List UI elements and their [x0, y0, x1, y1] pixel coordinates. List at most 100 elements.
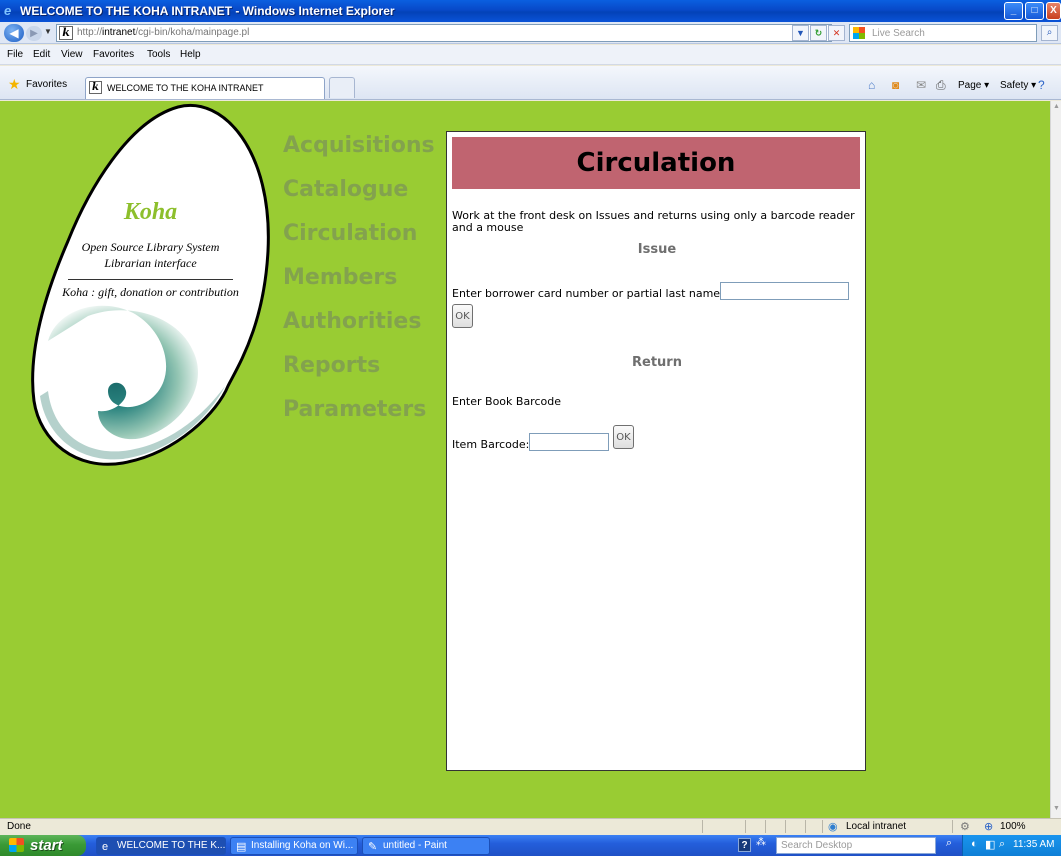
- status-divider: [785, 820, 786, 833]
- taskbar-item-word[interactable]: ▤ Installing Koha on Wi...: [230, 837, 358, 855]
- windows-logo-icon: [9, 838, 24, 852]
- forward-button[interactable]: ▶: [26, 26, 42, 41]
- viewport-left-edge: [0, 101, 7, 818]
- scroll-down-icon[interactable]: ▼: [1052, 805, 1061, 815]
- taskbar-item-ie[interactable]: e WELCOME TO THE K...: [96, 837, 226, 855]
- koha-logo: Koha Open Source Library System Libraria…: [28, 101, 273, 473]
- live-search-placeholder: Live Search: [872, 28, 925, 39]
- security-zone: Local intranet: [846, 821, 907, 832]
- menu-edit[interactable]: Edit: [33, 49, 50, 60]
- panel-title: Circulation: [576, 148, 736, 178]
- nav-circulation[interactable]: Circulation: [283, 221, 417, 246]
- close-button[interactable]: X: [1046, 2, 1061, 20]
- window-title: WELCOME TO THE KOHA INTRANET - Windows I…: [20, 4, 395, 18]
- taskbar-item-label: WELCOME TO THE K...: [117, 840, 226, 851]
- stop-icon[interactable]: ✕: [828, 25, 845, 41]
- new-tab-button[interactable]: [329, 77, 355, 98]
- favorites-bar: ★ Favorites k WELCOME TO THE KOHA INTRAN…: [0, 66, 1061, 100]
- address-bar[interactable]: k http://intranet/cgi-bin/koha/mainpage.…: [56, 24, 832, 42]
- nav-parameters[interactable]: Parameters: [283, 397, 426, 422]
- nav-catalogue[interactable]: Catalogue: [283, 177, 408, 202]
- history-dropdown-icon[interactable]: ▼: [44, 27, 52, 36]
- ie-icon: e: [102, 841, 109, 853]
- help-icon[interactable]: ?: [738, 838, 751, 852]
- item-barcode-input[interactable]: [529, 433, 609, 451]
- nav-authorities[interactable]: Authorities: [283, 309, 421, 334]
- maximize-button[interactable]: □: [1025, 2, 1044, 20]
- status-divider: [765, 820, 766, 833]
- logo-tagline-1: Open Source Library System: [81, 240, 220, 254]
- start-label: start: [30, 837, 63, 854]
- status-divider: [822, 820, 823, 833]
- page-content: Koha Open Source Library System Libraria…: [7, 101, 1050, 818]
- zoom-icon[interactable]: ⊕: [984, 820, 993, 833]
- menu-file[interactable]: File: [7, 49, 23, 60]
- logo-tagline-2: Librarian interface: [104, 256, 197, 270]
- ie-icon: e: [4, 3, 12, 18]
- desktop-search-icon[interactable]: ⌕: [940, 837, 958, 854]
- taskbar-item-paint[interactable]: ✎ untitled - Paint: [362, 837, 490, 855]
- print-icon[interactable]: ⎙: [936, 78, 946, 93]
- live-search-input[interactable]: Live Search: [849, 24, 1037, 42]
- koha-favicon-icon: k: [89, 81, 102, 94]
- paint-icon: ✎: [368, 841, 378, 853]
- address-url[interactable]: http://intranet/cgi-bin/koha/mainpage.pl: [77, 27, 249, 38]
- logo-tagline-3: Koha : gift, donation or contribution: [62, 285, 239, 299]
- back-button[interactable]: ◀: [4, 24, 24, 42]
- protected-mode-icon[interactable]: ⚙: [960, 820, 970, 833]
- status-divider: [745, 820, 746, 833]
- koha-favicon-icon: k: [59, 26, 73, 40]
- favorites-star-icon[interactable]: ★: [8, 76, 21, 93]
- address-dropdown-icon[interactable]: ▼: [792, 25, 809, 41]
- panel-header: Circulation: [452, 137, 860, 189]
- search-icon[interactable]: ⌕: [999, 838, 1005, 851]
- menu-view[interactable]: View: [61, 49, 83, 60]
- logo-divider: [68, 279, 233, 280]
- issue-heading: Issue: [637, 242, 677, 257]
- status-text: Done: [7, 821, 31, 832]
- vertical-scrollbar[interactable]: ▲ ▼: [1050, 101, 1061, 818]
- scroll-up-icon[interactable]: ▲: [1052, 103, 1061, 113]
- status-divider: [952, 820, 953, 833]
- intro-text-2: and a mouse: [452, 221, 524, 234]
- live-search-logo-icon: [853, 27, 865, 39]
- taskbar-item-label: untitled - Paint: [383, 840, 447, 851]
- refresh-icon[interactable]: ↻: [810, 25, 827, 41]
- borrower-input[interactable]: [720, 282, 849, 300]
- window-title-bar: e WELCOME TO THE KOHA INTRANET - Windows…: [0, 0, 1061, 22]
- taskbar-item-label: Installing Koha on Wi...: [251, 840, 354, 851]
- status-divider: [805, 820, 806, 833]
- nav-reports[interactable]: Reports: [283, 353, 380, 378]
- return-ok-button[interactable]: OK: [613, 425, 634, 449]
- minimize-button[interactable]: _: [1004, 2, 1023, 20]
- menu-tools[interactable]: Tools: [147, 49, 170, 60]
- mail-icon[interactable]: ✉: [916, 78, 926, 92]
- nav-members[interactable]: Members: [283, 265, 397, 290]
- nav-acquisitions[interactable]: Acquisitions: [283, 133, 435, 158]
- desktop-search-options-icon[interactable]: ⁂: [756, 837, 766, 848]
- volume-icon[interactable]: ◧: [985, 838, 995, 851]
- clock[interactable]: 11:35 AM: [1013, 839, 1055, 850]
- book-barcode-label: Enter Book Barcode: [452, 395, 561, 408]
- favorites-button[interactable]: Favorites: [26, 79, 67, 90]
- status-bar: Done ◉ Local intranet ⚙ ⊕ 100%: [0, 818, 1061, 834]
- search-go-icon[interactable]: ⌕: [1041, 25, 1058, 41]
- circulation-panel: Circulation Work at the front desk on Is…: [446, 131, 866, 771]
- browser-tab[interactable]: k WELCOME TO THE KOHA INTRANET: [85, 77, 325, 99]
- page-menu[interactable]: Page ▾: [958, 80, 989, 91]
- menu-favorites[interactable]: Favorites: [93, 49, 134, 60]
- koha-name: Koha: [123, 199, 178, 225]
- safety-menu[interactable]: Safety ▾: [1000, 80, 1036, 91]
- issue-ok-button[interactable]: OK: [452, 304, 473, 328]
- return-heading: Return: [632, 355, 682, 370]
- zoom-level[interactable]: 100%: [1000, 821, 1026, 832]
- desktop-search-input[interactable]: Search Desktop: [776, 837, 936, 854]
- feeds-icon[interactable]: ◙: [892, 78, 899, 92]
- status-divider: [702, 820, 703, 833]
- network-icon[interactable]: ◐: [971, 838, 978, 850]
- start-button[interactable]: start: [0, 835, 86, 856]
- tab-title: WELCOME TO THE KOHA INTRANET: [107, 83, 264, 93]
- home-icon[interactable]: ⌂: [868, 78, 875, 92]
- menu-help[interactable]: Help: [180, 49, 201, 60]
- help-icon[interactable]: ?: [1038, 78, 1045, 92]
